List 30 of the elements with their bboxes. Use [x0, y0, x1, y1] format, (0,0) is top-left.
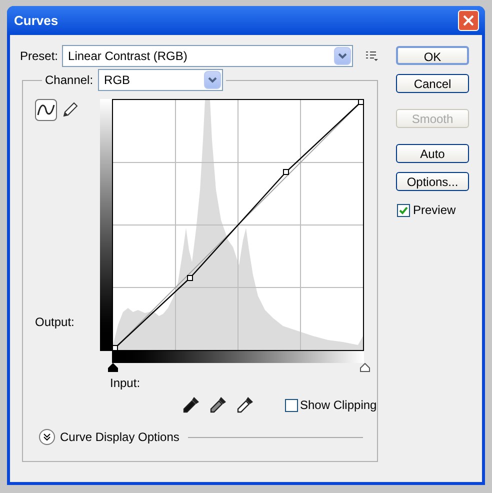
highlight-slider-handle[interactable]	[360, 363, 370, 372]
show-clipping-label[interactable]: Show Clipping	[300, 396, 377, 414]
eyedropper-icon[interactable]	[209, 396, 227, 414]
preset-label: Preset:	[20, 48, 58, 65]
chevron-icon	[43, 433, 51, 441]
dialog-button[interactable]: Auto	[396, 144, 469, 163]
dialog-button[interactable]: Cancel	[396, 74, 469, 93]
preset-dropdown[interactable]: Linear Contrast (RGB)	[62, 45, 354, 67]
eyedropper-icon[interactable]	[236, 396, 254, 414]
pencil-icon	[62, 102, 78, 118]
checkbox[interactable]	[285, 398, 298, 412]
checkbox[interactable]	[397, 204, 410, 216]
dialog-button[interactable]: OK	[396, 46, 469, 65]
channel-label: Channel:	[45, 72, 94, 89]
window-title: Curves	[13, 12, 58, 30]
curve-icon	[37, 103, 55, 117]
curve-graph[interactable]	[112, 99, 364, 351]
shadow-slider-handle[interactable]	[108, 363, 118, 372]
curve-display-options-label: Curve Display Options	[60, 429, 180, 446]
curve-tool-button[interactable]	[35, 99, 57, 121]
output-label: Output:	[35, 314, 76, 331]
dialog-button[interactable]: Options...	[396, 172, 469, 191]
eyedropper-icon[interactable]	[182, 396, 200, 414]
preview-label[interactable]: Preview	[413, 201, 456, 219]
preset-menu-icon[interactable]	[366, 51, 378, 61]
close-icon	[463, 15, 474, 26]
channel-dropdown[interactable]: RGB	[98, 69, 224, 91]
input-label: Input:	[110, 375, 140, 392]
expand-toggle[interactable]	[39, 429, 55, 445]
close-button[interactable]	[458, 10, 479, 31]
